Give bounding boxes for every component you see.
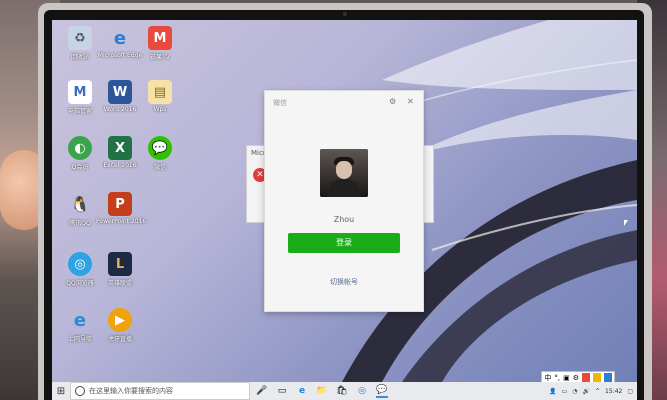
recycle-bin-icon: ♻ bbox=[68, 26, 92, 50]
task-view-icon[interactable]: ▭ bbox=[276, 385, 288, 397]
microphone-icon[interactable]: 🎤 bbox=[256, 385, 268, 397]
ime-color-block-red bbox=[582, 373, 590, 382]
gear-icon[interactable]: ⚙ bbox=[389, 97, 396, 106]
desktop-icon-lol[interactable]: L 英雄联盟 bbox=[96, 252, 144, 287]
wps-icon: ▤ bbox=[148, 80, 172, 104]
desktop-icon-huya[interactable]: ▶ 虎牙直播 bbox=[96, 308, 144, 343]
ime-skin-icon[interactable]: ▣ bbox=[563, 374, 570, 382]
huya-icon: ▶ bbox=[108, 308, 132, 332]
close-icon[interactable]: ✕ bbox=[407, 97, 414, 106]
wechat-taskbar-icon[interactable]: 💬 bbox=[376, 384, 388, 398]
green-app-icon: ◐ bbox=[68, 136, 92, 160]
ime-language-label[interactable]: 中 bbox=[544, 373, 551, 383]
wechat-login-window[interactable]: 微信 ⚙ ✕ Zhou 登录 切换帐号 bbox=[264, 90, 424, 312]
edge-icon: e bbox=[113, 27, 127, 49]
qq-browser-icon: ◎ bbox=[68, 252, 92, 276]
desktop-icon-wechat[interactable]: 💬 微信 bbox=[136, 136, 184, 171]
ime-color-block-blue bbox=[604, 373, 612, 382]
mango-tv-icon: M bbox=[148, 26, 172, 50]
switch-account-link[interactable]: 切换帐号 bbox=[265, 277, 423, 287]
webcam bbox=[343, 12, 347, 16]
people-icon[interactable]: 👤 bbox=[549, 388, 556, 395]
qq-icon: 🐧 bbox=[70, 194, 90, 214]
taskbar-clock[interactable]: 15:42 bbox=[605, 388, 622, 395]
desktop-screen: ♻ 回收站 M 电脑管家 ◐ Q会员 🐧 腾讯QQ ◎ QQ浏览器 e 上网导航… bbox=[52, 20, 637, 400]
edge-taskbar-icon[interactable]: e bbox=[296, 385, 308, 397]
qq-browser-taskbar-icon[interactable]: ◎ bbox=[356, 385, 368, 397]
gear-icon[interactable]: ⚙ bbox=[573, 374, 579, 382]
ie-icon: e bbox=[73, 309, 87, 331]
windows-start-icon[interactable]: ⊞ bbox=[52, 382, 70, 400]
wechat-window-title: 微信 bbox=[273, 99, 287, 107]
battery-icon[interactable]: ▭ bbox=[562, 388, 568, 395]
notification-icon[interactable]: ▢ bbox=[627, 388, 633, 395]
search-icon bbox=[75, 386, 85, 396]
username-label: Zhou bbox=[333, 215, 355, 224]
login-button[interactable]: 登录 bbox=[288, 233, 400, 253]
file-explorer-icon[interactable]: 📁 bbox=[316, 385, 328, 397]
powerpoint-icon: P bbox=[108, 192, 132, 216]
avatar bbox=[320, 149, 368, 197]
desktop-icon-powerpoint[interactable]: P PowerPoint 2016 bbox=[96, 192, 146, 225]
taskbar-search-input[interactable]: 在这里输入你要搜索的内容 bbox=[70, 382, 250, 400]
desktop-icon-wps[interactable]: ▤ Wps bbox=[136, 80, 184, 113]
wechat-icon: 💬 bbox=[148, 136, 172, 160]
word-icon: W bbox=[108, 80, 132, 104]
lol-icon: L bbox=[108, 252, 132, 276]
ime-color-block-yellow bbox=[593, 373, 601, 382]
ime-punctuation-label[interactable]: °, bbox=[554, 374, 560, 382]
desktop-icon-mango-tv[interactable]: M 芒果TV bbox=[136, 26, 184, 61]
excel-icon: X bbox=[108, 136, 132, 160]
network-icon[interactable]: ◔ bbox=[572, 388, 577, 395]
mouse-cursor-icon bbox=[624, 220, 628, 226]
store-icon[interactable]: 🛍 bbox=[336, 385, 348, 397]
pc-manager-icon: M bbox=[68, 80, 92, 104]
search-placeholder-text: 在这里输入你要搜索的内容 bbox=[89, 387, 173, 395]
volume-icon[interactable]: 🔊 bbox=[583, 388, 590, 395]
chevron-up-icon[interactable]: ^ bbox=[595, 388, 600, 395]
taskbar: ⊞ 在这里输入你要搜索的内容 🎤 ▭ e 📁 🛍 ◎ 💬 👤 ▭ ◔ 🔊 ^ 1… bbox=[52, 382, 637, 400]
